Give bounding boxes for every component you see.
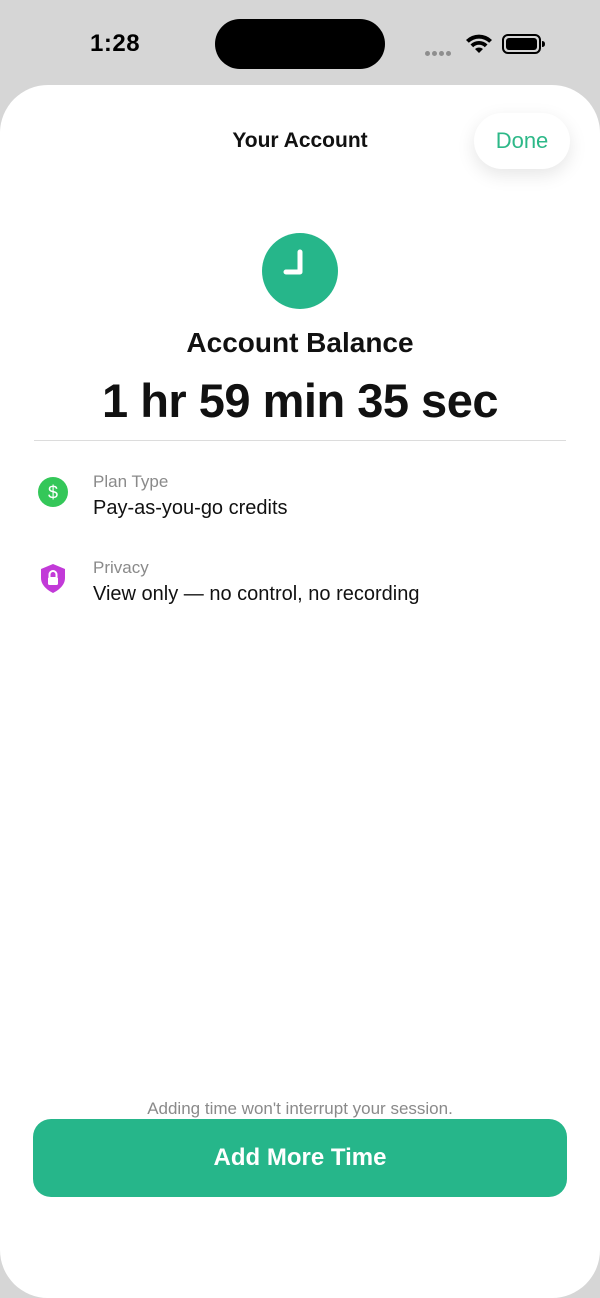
dynamic-island — [215, 19, 385, 69]
balance-value: 1 hr 59 min 35 sec — [102, 374, 498, 427]
status-time: 1:28 — [90, 30, 141, 57]
add-more-time-button[interactable]: Add More Time — [33, 1119, 567, 1197]
plan-type-label: Plan Type — [93, 472, 169, 491]
svg-text:$: $ — [48, 483, 58, 503]
cellular-dots-icon — [425, 43, 457, 56]
privacy-label: Privacy — [93, 558, 149, 577]
battery-icon — [502, 34, 545, 54]
lock-shield-icon — [41, 564, 65, 593]
wifi-icon — [466, 34, 492, 53]
clock-icon — [262, 233, 338, 309]
divider — [34, 440, 566, 441]
done-button[interactable]: Done — [474, 113, 570, 169]
status-bar: 1:28 — [0, 0, 600, 84]
privacy-value: View only — no control, no recording — [93, 583, 420, 605]
footnote: Adding time won't interrupt your session… — [147, 1099, 453, 1118]
account-sheet: Your Account Done Account Balance 1 hr 5… — [0, 85, 600, 1298]
dollar-icon: $ — [38, 477, 68, 507]
plan-type-row: $ Plan Type Pay-as-you-go credits — [36, 471, 566, 531]
privacy-row: Privacy View only — no control, no recor… — [36, 557, 566, 617]
plan-type-value: Pay-as-you-go credits — [93, 497, 288, 519]
balance-label: Account Balance — [186, 327, 414, 358]
screen: 1:28 Your Account Done Account Balance 1… — [0, 0, 600, 1298]
